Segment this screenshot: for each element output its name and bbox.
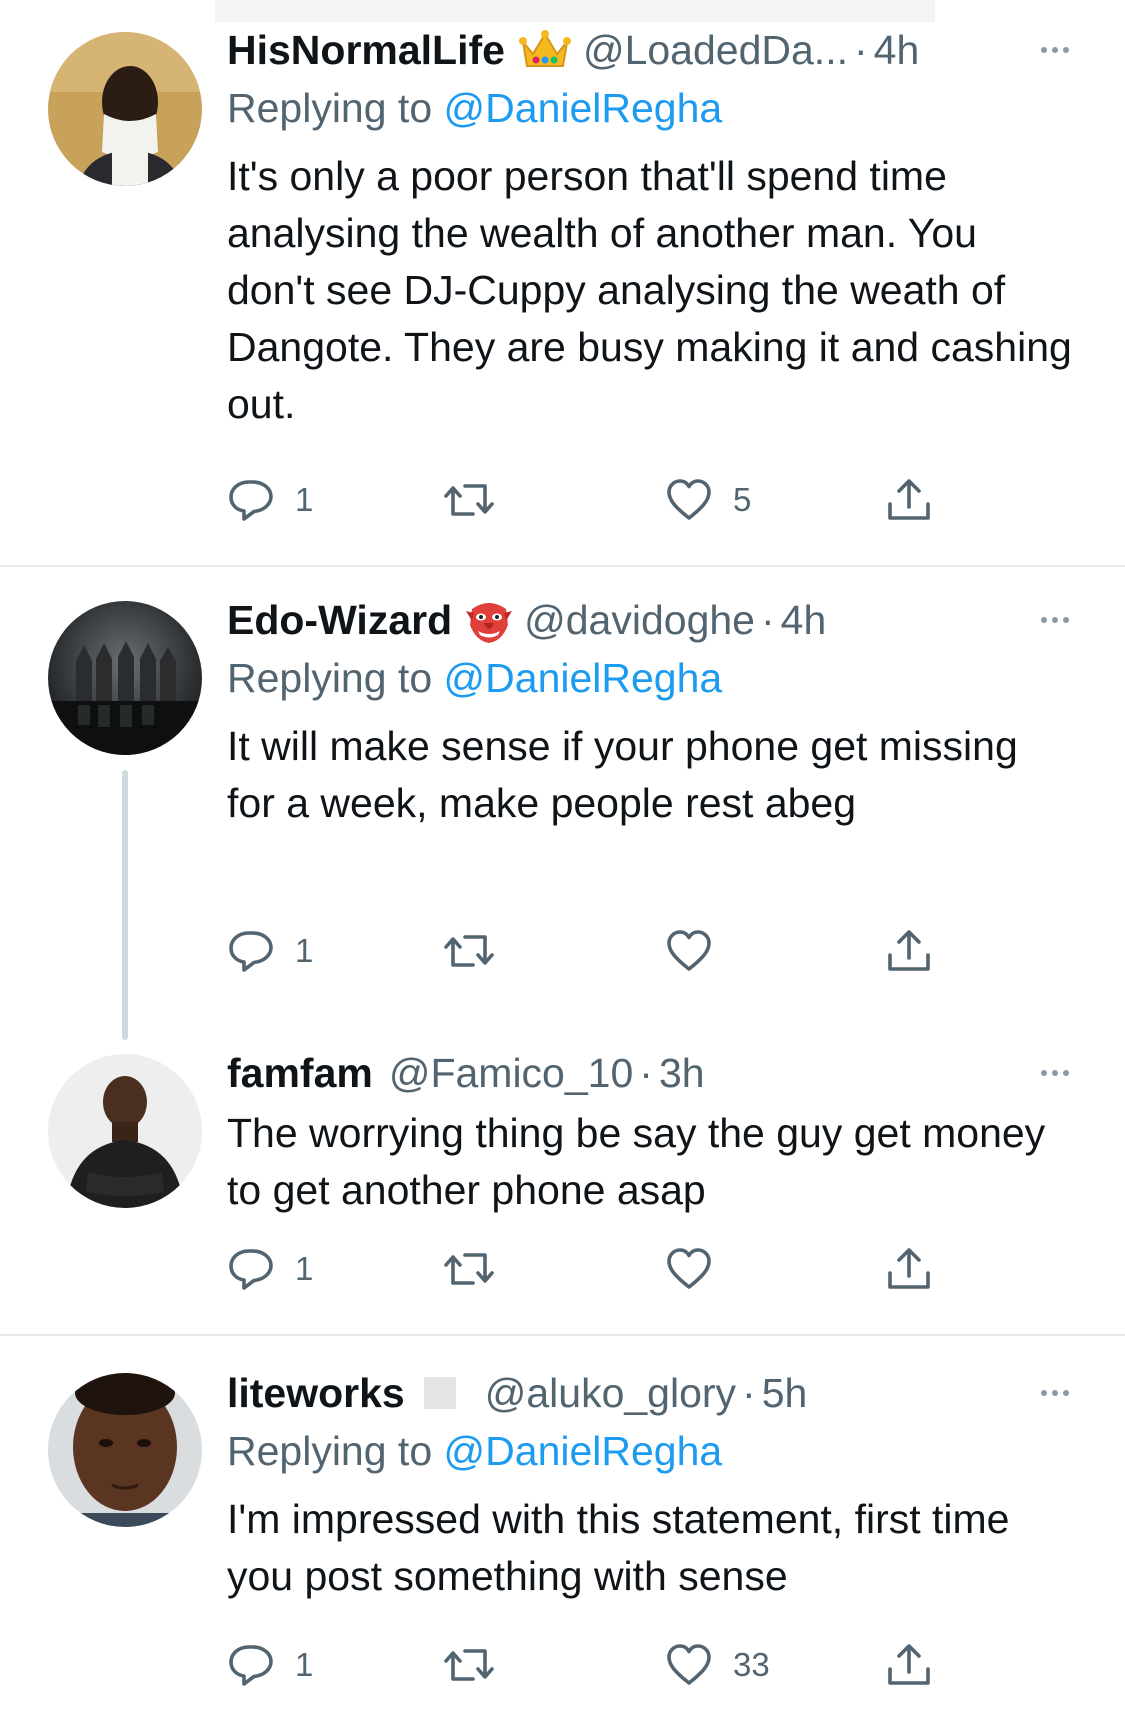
thread-line: [122, 770, 128, 1040]
like-button[interactable]: [665, 1244, 713, 1294]
reply-count: 1: [295, 1646, 314, 1683]
retweet-icon: [443, 476, 495, 524]
tweet-text: The worrying thing be say the guy get mo…: [227, 1110, 1046, 1213]
replying-to-label: Replying to: [227, 655, 433, 701]
timestamp[interactable]: 4h: [781, 597, 827, 644]
retweet-button[interactable]: [443, 475, 495, 525]
handle[interactable]: @davidoghe: [524, 597, 755, 644]
replying-to: Replying to @DanielRegha: [227, 650, 1075, 706]
mention-link[interactable]: @DanielRegha: [444, 85, 723, 131]
separator: ·: [742, 1369, 756, 1416]
share-button[interactable]: [885, 1244, 933, 1294]
handle[interactable]: @LoadedDa...: [583, 27, 848, 74]
replying-to: Replying to @DanielRegha: [227, 1423, 1075, 1479]
separator: ·: [760, 596, 775, 643]
display-name[interactable]: liteworks: [227, 1370, 405, 1417]
reply-button[interactable]: 1: [227, 1244, 313, 1294]
display-name[interactable]: Edo-Wizard: [227, 597, 452, 644]
like-icon: [665, 927, 713, 975]
share-icon: [885, 476, 933, 524]
tweet-header: famfam @Famico_10 · 3h: [227, 1043, 1075, 1103]
tweet-actions: 1: [227, 926, 947, 976]
share-icon: [885, 1641, 933, 1689]
previous-content-edge: [215, 0, 935, 22]
retweet-icon: [443, 927, 495, 975]
display-name[interactable]: famfam: [227, 1050, 373, 1097]
tweet-header: liteworks @aluko_glory · 5h: [227, 1363, 1075, 1423]
reply-icon: [227, 1245, 275, 1293]
tweet-header: Edo-Wizard @davidoghe · 4h: [227, 590, 1075, 650]
avatar[interactable]: [48, 601, 202, 755]
divider: [0, 565, 1125, 567]
reply-count: 1: [295, 481, 314, 518]
reply-button[interactable]: 1: [227, 926, 313, 976]
reply-count: 1: [295, 1250, 314, 1287]
separator: ·: [853, 26, 868, 73]
reply-icon: [227, 1641, 275, 1689]
more-icon[interactable]: [1035, 41, 1075, 59]
crown-icon: [518, 28, 571, 72]
separator: ·: [639, 1049, 653, 1096]
more-icon[interactable]: [1035, 1384, 1075, 1402]
share-button[interactable]: [885, 1640, 933, 1690]
avatar[interactable]: [48, 1373, 202, 1527]
retweet-button[interactable]: [443, 1244, 495, 1294]
mention-link[interactable]: @DanielRegha: [444, 1428, 723, 1474]
like-icon: [665, 1641, 713, 1689]
like-icon: [665, 1245, 713, 1293]
reply-button[interactable]: 1: [227, 1640, 313, 1690]
timestamp[interactable]: 5h: [762, 1370, 808, 1417]
tweet-text: It will make sense if your phone get mis…: [227, 723, 1018, 826]
replying-to-label: Replying to: [227, 1428, 433, 1474]
like-button[interactable]: 33: [665, 1640, 770, 1690]
tweet-text: It's only a poor person that'll spend ti…: [227, 153, 1072, 427]
like-count: 33: [733, 1646, 770, 1683]
retweet-button[interactable]: [443, 1640, 495, 1690]
timestamp[interactable]: 3h: [659, 1050, 705, 1097]
more-icon[interactable]: [1035, 611, 1075, 629]
share-icon: [885, 1245, 933, 1293]
avatar[interactable]: [48, 1054, 202, 1208]
reply-icon: [227, 476, 275, 524]
tweet-text: I'm impressed with this statement, first…: [227, 1496, 1010, 1599]
retweet-icon: [443, 1641, 495, 1689]
white-square-icon: [423, 1376, 457, 1410]
avatar[interactable]: [48, 32, 202, 186]
like-icon: [665, 476, 713, 524]
retweet-icon: [443, 1245, 495, 1293]
replying-to: Replying to @DanielRegha: [227, 80, 1075, 136]
replying-to-label: Replying to: [227, 85, 433, 131]
reply-count: 1: [295, 932, 314, 969]
reply-icon: [227, 927, 275, 975]
display-name[interactable]: HisNormalLife: [227, 27, 505, 74]
share-button[interactable]: [885, 926, 933, 976]
share-button[interactable]: [885, 475, 933, 525]
timestamp[interactable]: 4h: [874, 27, 920, 74]
divider: [0, 1334, 1125, 1336]
tweet-actions: 1 33: [227, 1640, 947, 1690]
more-icon[interactable]: [1035, 1064, 1075, 1082]
like-button[interactable]: 5: [665, 475, 751, 525]
share-icon: [885, 927, 933, 975]
tweet-actions: 1: [227, 1244, 947, 1294]
like-count: 5: [733, 481, 752, 518]
goblin-mask-icon: [466, 595, 513, 645]
like-button[interactable]: [665, 926, 713, 976]
tweet-actions: 1 5: [227, 475, 947, 525]
handle[interactable]: @aluko_glory: [485, 1370, 736, 1417]
retweet-button[interactable]: [443, 926, 495, 976]
reply-button[interactable]: 1: [227, 475, 313, 525]
handle[interactable]: @Famico_10: [389, 1050, 633, 1097]
mention-link[interactable]: @DanielRegha: [444, 655, 723, 701]
tweet-header: HisNormalLife @LoadedDa... · 4h: [227, 20, 1075, 80]
